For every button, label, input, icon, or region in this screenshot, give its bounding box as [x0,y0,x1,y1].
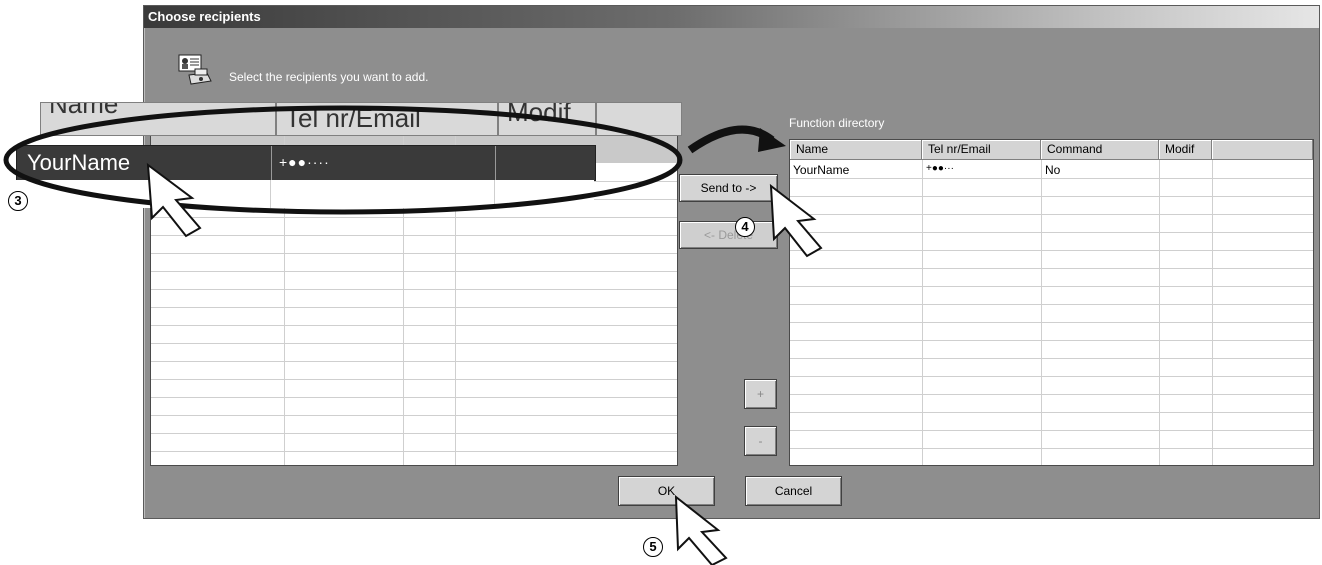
step-3-badge: 3 [8,191,28,211]
cursor-icon [674,494,728,565]
arrow-head-icon [758,128,786,152]
step-4-badge: 4 [735,217,755,237]
cursor-icon [769,183,823,258]
highlight-ellipse [3,105,683,215]
cursor-icon [146,162,202,238]
annotation-layer [3,105,823,565]
step-5-badge: 5 [643,537,663,557]
